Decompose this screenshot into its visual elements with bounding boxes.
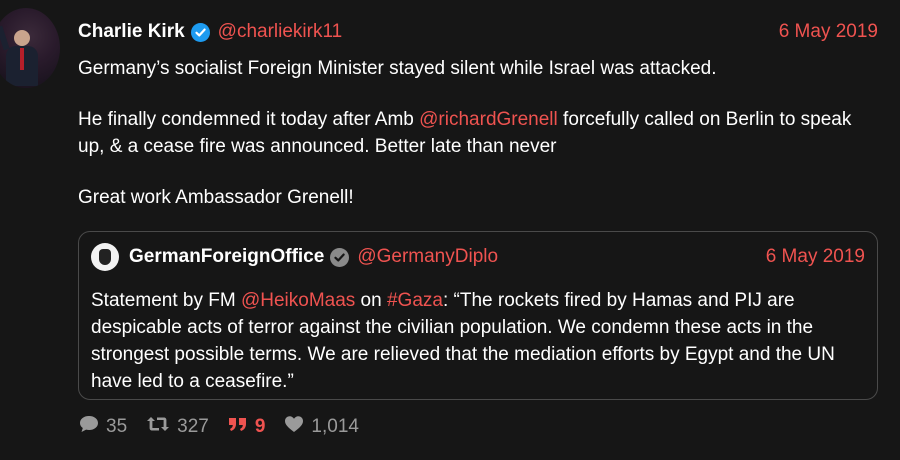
- tweet-actions: 35 327 9 1,014: [78, 414, 377, 440]
- quoted-author-handle[interactable]: @GermanyDiplo: [357, 246, 498, 268]
- quoted-text-part: Statement by FM: [91, 290, 241, 311]
- tweet-header: Charlie Kirk @charliekirk11 6 May 2019: [78, 18, 878, 46]
- tweet-paragraph-3: Great work Ambassador Grenell!: [78, 187, 354, 208]
- like-action[interactable]: 1,014: [283, 414, 359, 440]
- quote-icon: [227, 414, 249, 440]
- mention-link[interactable]: @richardGrenell: [419, 109, 558, 130]
- hashtag-link[interactable]: #Gaza: [387, 290, 443, 311]
- tweet-date[interactable]: 6 May 2019: [779, 21, 878, 43]
- verified-badge-icon: [330, 247, 350, 267]
- quote-action[interactable]: 9: [227, 414, 266, 440]
- quoted-text-part: on: [355, 290, 387, 311]
- like-count: 1,014: [311, 416, 359, 437]
- verified-badge-icon: [190, 22, 210, 42]
- tweet-card: Charlie Kirk @charliekirk11 6 May 2019 G…: [0, 0, 900, 460]
- reply-action[interactable]: 35: [78, 414, 127, 440]
- quoted-author-avatar[interactable]: [91, 243, 119, 271]
- mention-link[interactable]: @HeikoMaas: [241, 290, 355, 311]
- tweet-paragraph-2: He finally condemned it today after Amb …: [78, 106, 876, 160]
- quoted-tweet[interactable]: GermanForeignOffice @GermanyDiplo 6 May …: [78, 231, 878, 400]
- eagle-icon: [99, 249, 111, 265]
- retweet-action[interactable]: 327: [145, 414, 209, 440]
- tweet-text: Germany’s socialist Foreign Minister sta…: [78, 55, 876, 235]
- reply-count: 35: [106, 416, 128, 437]
- heart-icon: [283, 414, 305, 440]
- tweet-paragraph-1: Germany’s socialist Foreign Minister sta…: [78, 58, 717, 79]
- author-name[interactable]: Charlie Kirk: [78, 21, 185, 43]
- comment-icon: [78, 414, 100, 440]
- paragraph-text: He finally condemned it today after Amb: [78, 109, 420, 130]
- quoted-tweet-date[interactable]: 6 May 2019: [766, 246, 865, 268]
- retweet-count: 327: [177, 416, 209, 437]
- retweet-icon: [145, 414, 171, 440]
- quoted-tweet-header: GermanForeignOffice @GermanyDiplo 6 May …: [91, 242, 865, 272]
- author-avatar[interactable]: [0, 8, 60, 88]
- quoted-tweet-text: Statement by FM @HeikoMaas on #Gaza: “Th…: [91, 287, 859, 395]
- quote-count: 9: [254, 416, 266, 437]
- author-handle[interactable]: @charliekirk11: [218, 21, 343, 43]
- quoted-author-name[interactable]: GermanForeignOffice: [129, 246, 324, 268]
